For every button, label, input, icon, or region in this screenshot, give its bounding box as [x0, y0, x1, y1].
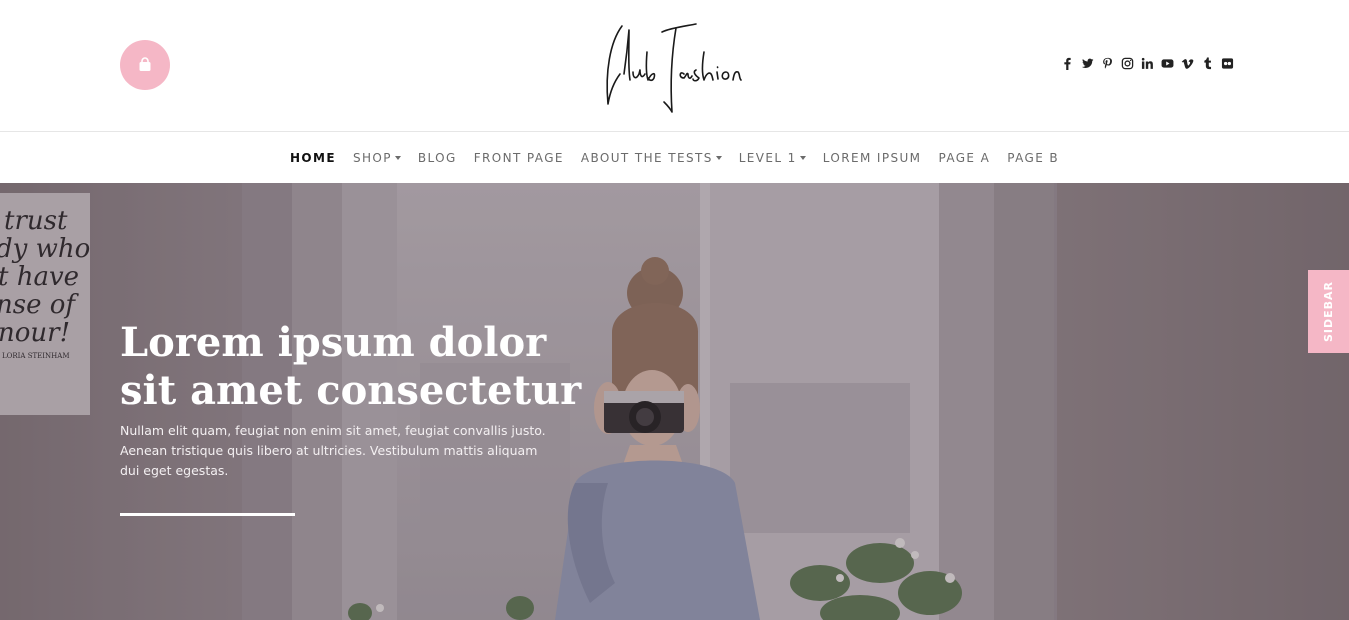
nav-item-label: LOREM IPSUM — [822, 150, 922, 165]
sidebar-toggle-button[interactable]: SIDEBAR — [1308, 270, 1349, 353]
facebook-icon[interactable] — [1060, 56, 1074, 70]
hero-slider: trust dy who t have nse of nour! LORIA S… — [0, 183, 1349, 620]
nav-item-blog[interactable]: BLOG — [418, 151, 457, 165]
nav-item-page-a[interactable]: PAGE A — [938, 151, 990, 165]
twitter-icon[interactable] — [1080, 56, 1094, 70]
youtube-icon[interactable] — [1160, 56, 1174, 70]
main-navigation: HOME SHOP BLOG FRONT PAGE ABOUT THE TEST… — [0, 131, 1349, 183]
site-logo[interactable] — [600, 12, 750, 118]
hero-description: Nullam elit quam, feugiat non enim sit a… — [120, 423, 546, 478]
nav-item-label: SHOP — [352, 150, 392, 165]
nav-item-front-page[interactable]: FRONT PAGE — [474, 151, 564, 165]
nav-item-level-1[interactable]: LEVEL 1 — [739, 151, 806, 165]
nav-item-label: PAGE A — [938, 150, 991, 165]
shopping-bag-icon — [139, 57, 151, 71]
logo-script — [606, 23, 742, 113]
caret-down-icon — [799, 155, 806, 160]
linkedin-icon[interactable] — [1140, 56, 1154, 70]
tumblr-icon[interactable] — [1200, 56, 1214, 70]
pinterest-icon[interactable] — [1100, 56, 1114, 70]
site-header — [0, 0, 1349, 131]
nav-item-label: HOME — [289, 150, 336, 165]
caret-down-icon — [394, 155, 401, 160]
social-links — [1060, 56, 1234, 70]
nav-item-page-b[interactable]: PAGE B — [1007, 151, 1059, 165]
vimeo-icon[interactable] — [1180, 56, 1194, 70]
instagram-icon[interactable] — [1120, 56, 1134, 70]
nav-item-lorem-ipsum[interactable]: LOREM IPSUM — [823, 151, 922, 165]
cart-button[interactable] — [120, 40, 170, 90]
flickr-icon[interactable] — [1220, 56, 1234, 70]
nav-item-label: LEVEL 1 — [738, 150, 797, 165]
caret-down-icon — [715, 155, 722, 160]
nav-item-label: ABOUT THE TESTS — [580, 150, 713, 165]
nav-item-label: PAGE B — [1007, 150, 1060, 165]
nav-item-shop[interactable]: SHOP — [353, 151, 401, 165]
hero-title: Lorem ipsum dolor sit amet consectetur — [120, 319, 582, 414]
nav-item-home[interactable]: HOME — [290, 151, 336, 165]
nav-item-label: BLOG — [417, 150, 457, 165]
nav-item-about-the-tests[interactable]: ABOUT THE TESTS — [581, 151, 722, 165]
sidebar-toggle-label: SIDEBAR — [1322, 280, 1335, 343]
nav-item-label: FRONT PAGE — [473, 150, 564, 165]
hero-divider — [120, 513, 295, 516]
